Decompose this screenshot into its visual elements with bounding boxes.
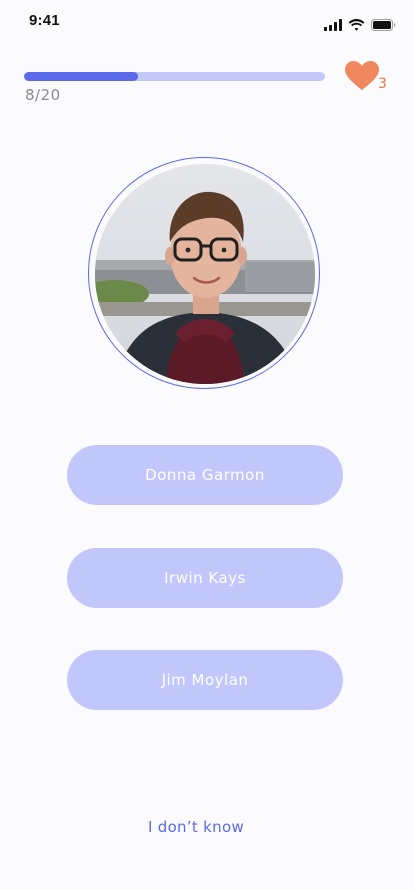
progress-label: 8/20: [25, 86, 61, 104]
status-icons: [324, 16, 396, 35]
person-photo: [95, 164, 315, 384]
wifi-icon: [348, 16, 365, 35]
cellular-signal-icon: [324, 16, 342, 35]
status-time: 9:41: [29, 12, 60, 29]
status-bar: 9:41: [0, 0, 414, 44]
dont-know-link[interactable]: I don’t know: [0, 818, 392, 836]
lives-count: 3: [378, 76, 387, 92]
battery-icon: [371, 16, 396, 35]
progress-bar-fill: [24, 72, 139, 81]
answer-button-1[interactable]: Donna Garmon: [67, 445, 343, 505]
answer-button-2[interactable]: Irwin Kays: [67, 548, 343, 608]
answer-button-3[interactable]: Jim Moylan: [67, 650, 343, 710]
progress-bar: [24, 72, 325, 81]
